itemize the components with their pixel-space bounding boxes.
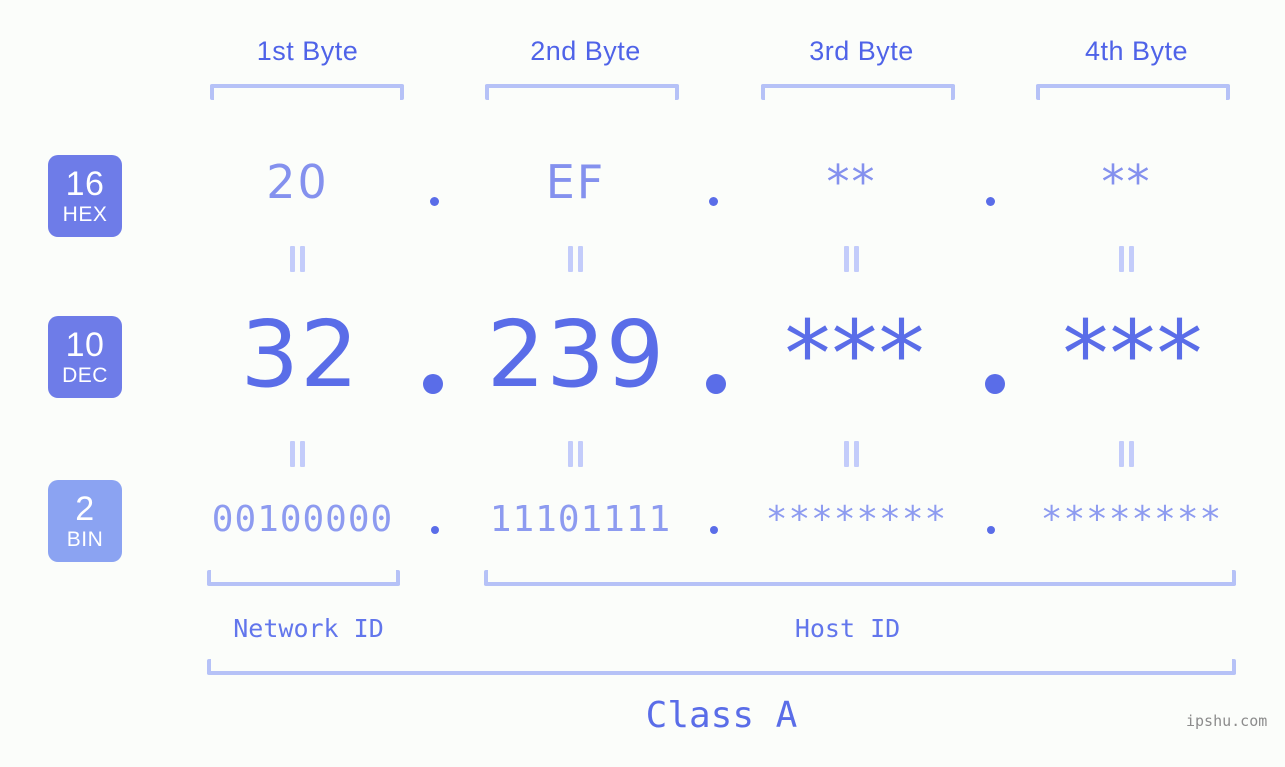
dec-separator-2 [706,374,726,394]
dec-separator-1 [423,374,443,394]
bin-octet-1: 00100000 [211,499,394,540]
hex-separator-3 [986,197,995,206]
byte-bracket-4 [1036,84,1230,100]
bin-separator-3 [987,526,995,534]
byte-bracket-1 [210,84,404,100]
host-id-label: Host ID [794,614,901,643]
base-badge-bin: 2 BIN [48,480,122,562]
network-id-bracket [207,570,400,586]
base-badge-dec-name: DEC [62,364,108,387]
hex-separator-2 [709,197,718,206]
dec-octet-3: *** [784,301,926,408]
equals-mark-dec-bin-4 [1009,441,1244,467]
byte-header-2: 2nd Byte [530,36,641,66]
dec-octet-1: 32 [240,301,360,408]
host-id-bracket [484,570,1236,586]
byte-header-1: 1st Byte [256,36,359,66]
dec-octet-4: *** [1062,301,1204,408]
class-bracket [207,659,1236,675]
byte-bracket-2 [485,84,679,100]
network-id-label: Network ID [233,614,384,643]
byte-header-3: 3rd Byte [809,36,914,66]
base-badge-bin-number: 2 [75,490,95,528]
byte-bracket-3 [761,84,955,100]
equals-mark-hex-dec-1 [180,246,415,272]
base-badge-dec-number: 10 [65,326,105,364]
base-badge-bin-name: BIN [66,528,104,551]
equals-mark-dec-bin-3 [734,441,969,467]
hex-octet-2: EF [545,155,606,209]
hex-separator-1 [430,197,439,206]
equals-mark-hex-dec-3 [734,246,969,272]
dec-octet-2: 239 [486,301,666,408]
base-badge-hex-name: HEX [62,203,108,226]
dec-separator-3 [985,374,1005,394]
base-badge-hex-number: 16 [65,165,105,203]
hex-octet-1: 20 [266,155,329,209]
byte-header-4: 4th Byte [1084,36,1189,66]
base-badge-hex: 16 HEX [48,155,122,237]
watermark: ipshu.com [1186,712,1268,730]
equals-mark-hex-dec-4 [1009,246,1244,272]
equals-mark-dec-bin-1 [180,441,415,467]
bin-separator-1 [431,526,439,534]
hex-octet-3: ** [826,155,877,209]
class-label: Class A [645,695,798,736]
base-badge-dec: 10 DEC [48,316,122,398]
ip-address-breakdown-diagram: 1st Byte 2nd Byte 3rd Byte 4th Byte 16 H… [0,0,1285,767]
hex-octet-4: ** [1101,155,1152,209]
bin-octet-2: 11101111 [489,499,672,540]
equals-mark-dec-bin-2 [458,441,693,467]
bin-octet-3: ******** [765,499,948,540]
bin-octet-4: ******** [1040,499,1223,540]
bin-separator-2 [710,526,718,534]
equals-mark-hex-dec-2 [458,246,693,272]
